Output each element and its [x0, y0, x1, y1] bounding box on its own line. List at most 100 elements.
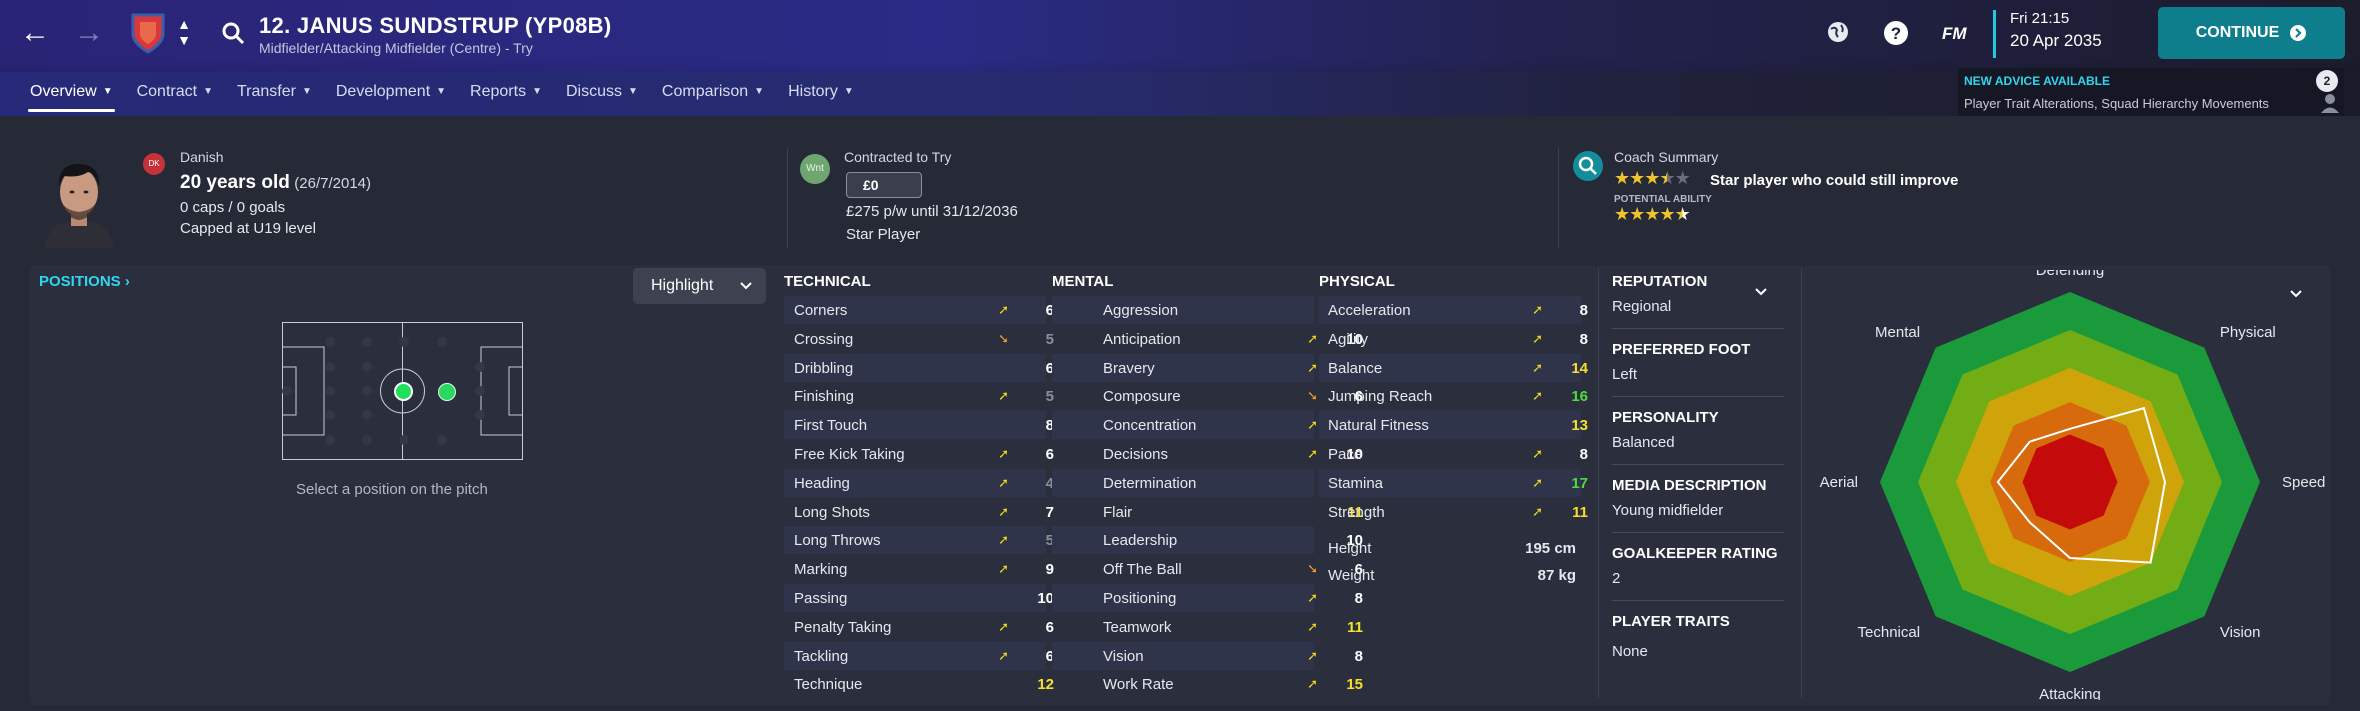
attribute-name: Aggression: [1103, 302, 1179, 319]
date-of-birth: (26/7/2014): [294, 175, 372, 192]
info-divider: [1612, 532, 1784, 533]
advice-count-badge: 2: [2316, 70, 2338, 92]
attribute-row[interactable]: Flair 11: [1103, 498, 1363, 526]
attribute-row[interactable]: Strength ➚ 11: [1328, 498, 1588, 526]
height-row: Height 195 cm: [1328, 534, 1576, 562]
attribute-row[interactable]: Free Kick Taking ➚ 6: [794, 440, 1054, 468]
tab-history[interactable]: History ▼: [776, 83, 866, 113]
attribute-row[interactable]: Marking ➚ 9: [794, 555, 1054, 583]
coach-search-icon[interactable]: [1573, 151, 1603, 181]
personality-label: PERSONALITY: [1612, 409, 1719, 426]
attribute-row[interactable]: First Touch 8: [794, 411, 1054, 439]
tab-transfer[interactable]: Transfer ▼: [225, 83, 324, 113]
attribute-row[interactable]: Technique 12: [794, 670, 1054, 698]
attribute-row[interactable]: Balance ➚ 14: [1328, 354, 1588, 382]
radar-label: Aerial: [1820, 474, 1858, 491]
attribute-row[interactable]: Penalty Taking ➚ 6: [794, 613, 1054, 641]
tab-comparison[interactable]: Comparison ▼: [650, 83, 776, 113]
attribute-row[interactable]: Vision ➚ 8: [1103, 642, 1363, 670]
player-name-title: 12. JANUS SUNDSTRUP (YP08B): [259, 13, 612, 38]
attribute-value: 6: [1045, 647, 1054, 665]
forward-arrow-icon[interactable]: →: [72, 16, 106, 50]
attribute-row[interactable]: Heading ➚ 4: [794, 469, 1054, 497]
weight-label: Weight: [1328, 567, 1375, 584]
reputation-expand-icon[interactable]: [1755, 288, 1767, 296]
fm-menu-button[interactable]: FM: [1942, 24, 1967, 44]
pitch-caption: Select a position on the pitch: [296, 481, 488, 498]
attribute-row[interactable]: Natural Fitness 13: [1328, 411, 1588, 439]
attribute-name: Jumping Reach: [1328, 388, 1433, 406]
info-divider: [1612, 328, 1784, 329]
help-icon[interactable]: ?: [1883, 20, 1909, 51]
progress-up-arrow-icon: ➚: [1307, 359, 1318, 375]
radar-label: Defending: [2036, 270, 2104, 279]
position-pitch[interactable]: [282, 322, 523, 460]
tab-reports[interactable]: Reports ▼: [458, 83, 554, 113]
positions-link[interactable]: POSITIONS ›: [39, 273, 130, 290]
tab-discuss[interactable]: Discuss ▼: [554, 83, 650, 113]
position-dot-attacking-midfielder[interactable]: [438, 383, 456, 401]
attribute-value: 6: [1045, 359, 1054, 377]
tab-overview[interactable]: Overview ▼: [18, 83, 125, 113]
attribute-row[interactable]: Long Shots ➚ 7: [794, 498, 1054, 526]
club-crest-icon[interactable]: [130, 12, 166, 54]
tab-development[interactable]: Development ▼: [324, 83, 458, 113]
attribute-value: 15: [1346, 676, 1363, 694]
transfer-fee-field[interactable]: £0: [846, 172, 922, 198]
progress-up-arrow-icon: ➚: [1532, 503, 1543, 519]
attribute-row[interactable]: Pace ➚ 8: [1328, 440, 1588, 468]
attribute-name: Bravery: [1103, 359, 1155, 377]
attribute-row[interactable]: Decisions ➚ 10: [1103, 440, 1363, 468]
position-dot-midfielder[interactable]: [394, 382, 413, 401]
chevron-down-icon: ▼: [628, 86, 638, 97]
attribute-row[interactable]: Acceleration ➚ 8: [1328, 296, 1588, 324]
world-globe-icon[interactable]: [1826, 20, 1850, 49]
weight-value: 87 kg: [1537, 567, 1576, 584]
height-label: Height: [1328, 540, 1372, 557]
radar-options-chevron-icon[interactable]: [2290, 290, 2302, 298]
search-icon[interactable]: [220, 20, 246, 46]
tab-contract[interactable]: Contract ▼: [125, 83, 225, 113]
attribute-row[interactable]: Anticipation ➚ 10: [1103, 325, 1363, 353]
progress-up-arrow-icon: ➚: [1532, 474, 1543, 490]
attribute-row[interactable]: Stamina ➚ 17: [1328, 469, 1588, 497]
highlight-dropdown[interactable]: Highlight: [633, 268, 766, 304]
attribute-name: Crossing: [794, 330, 854, 348]
attribute-row[interactable]: Dribbling 6: [794, 354, 1054, 382]
attribute-row[interactable]: Leadership 10: [1103, 526, 1363, 554]
attribute-name: Long Throws: [794, 532, 881, 550]
advice-notification[interactable]: NEW ADVICE AVAILABLE Player Trait Altera…: [1958, 68, 2344, 116]
attribute-row[interactable]: Long Throws ➚ 5: [794, 526, 1054, 554]
back-arrow-icon[interactable]: ←: [18, 16, 52, 50]
attribute-value: 17: [1571, 474, 1588, 492]
preferred-foot-block: PREFERRED FOOT Left: [1612, 341, 1782, 383]
attribute-row[interactable]: Passing 10: [794, 584, 1054, 612]
attribute-row[interactable]: Corners ➚ 6: [794, 296, 1054, 324]
denmark-flag-icon: DK: [143, 153, 165, 175]
attribute-row[interactable]: Composure ➘ 6: [1103, 382, 1363, 410]
attribute-name: Decisions: [1103, 446, 1169, 463]
attribute-row[interactable]: Teamwork ➚ 11: [1103, 613, 1363, 641]
attribute-row[interactable]: Crossing ➘ 5: [794, 325, 1054, 353]
divider: [787, 148, 788, 248]
advisor-person-icon: [2321, 94, 2339, 113]
attribute-row[interactable]: Finishing ➚ 5: [794, 382, 1054, 410]
radar-label: Vision: [2220, 624, 2261, 641]
preferred-foot-value: Left: [1612, 366, 1638, 383]
game-date[interactable]: Fri 21:15 20 Apr 2035: [1993, 10, 2102, 58]
attribute-row[interactable]: Tackling ➚ 6: [794, 642, 1054, 670]
attribute-value: 10: [1037, 590, 1054, 607]
attribute-name: Pace: [1328, 446, 1363, 463]
radar-label: Speed: [2282, 474, 2325, 491]
divider: [1558, 148, 1559, 248]
attribute-row[interactable]: Off The Ball ➘ 6: [1103, 555, 1363, 583]
player-switch-arrows-icon[interactable]: ▲ ▼: [175, 16, 193, 48]
attribute-row[interactable]: Positioning ➚ 8: [1103, 584, 1363, 612]
advice-title: NEW ADVICE AVAILABLE: [1964, 74, 2110, 88]
attribute-row[interactable]: Jumping Reach ➚ 16: [1328, 382, 1588, 410]
squad-status: Star Player: [846, 226, 921, 243]
attribute-row[interactable]: Work Rate ➚ 15: [1103, 670, 1363, 698]
continue-button[interactable]: CONTINUE: [2158, 7, 2345, 59]
attribute-row[interactable]: Agility ➚ 8: [1328, 325, 1588, 353]
coach-summary-text: Star player who could still improve: [1710, 172, 1959, 189]
